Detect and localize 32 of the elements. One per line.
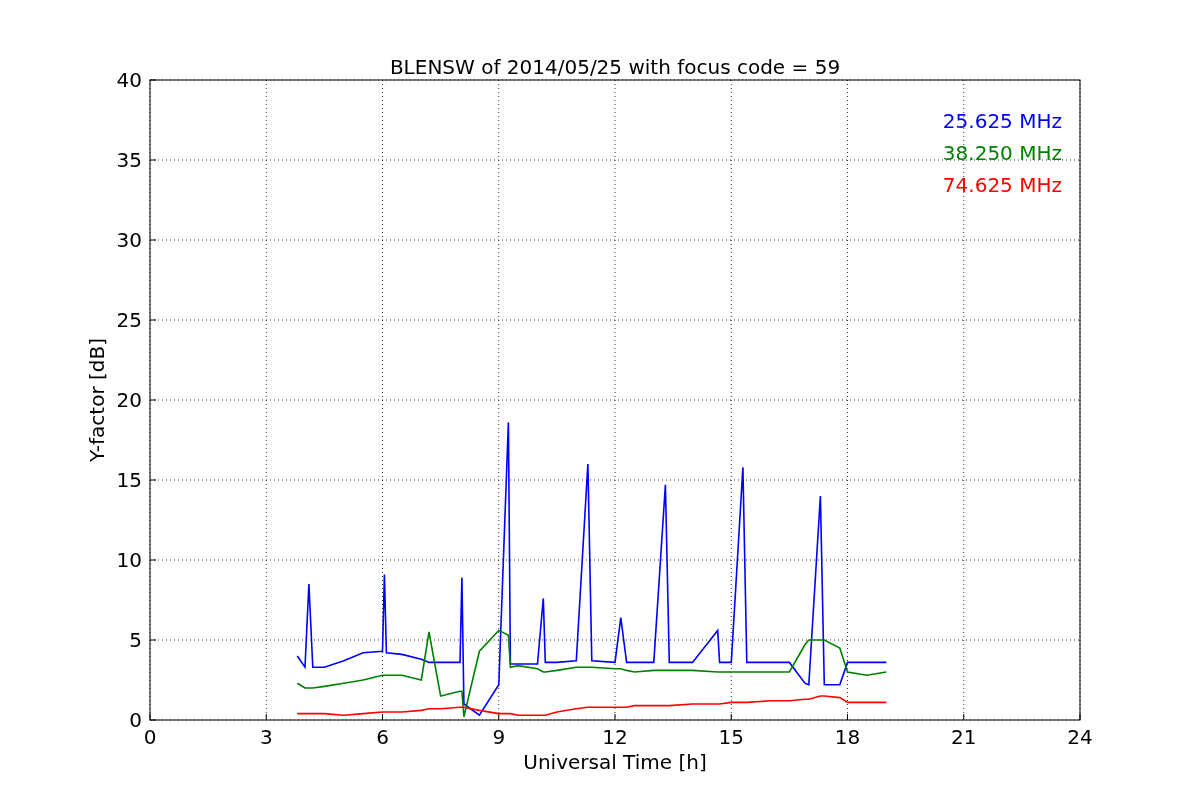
y-tick-label: 0 <box>129 708 142 732</box>
x-tick-label: 3 <box>259 725 273 749</box>
y-tick-label: 40 <box>116 68 142 92</box>
y-tick-mark <box>149 639 157 641</box>
y-tick-mark <box>149 399 157 401</box>
legend-label: 38.250 MHz <box>942 141 1062 165</box>
x-tick-label: 24 <box>1067 725 1093 749</box>
y-axis-label: Y-factor [dB] <box>85 338 109 462</box>
y-tick-label: 25 <box>116 308 142 332</box>
x-tick-label: 21 <box>951 725 977 749</box>
y-tick-mark <box>149 319 157 321</box>
x-tick-label: 0 <box>143 725 157 749</box>
y-tick-label: 5 <box>129 628 142 652</box>
x-tick-mark <box>382 713 383 721</box>
x-tick-label: 9 <box>492 725 506 749</box>
chart-title: BLENSW of 2014/05/25 with focus code = 59 <box>389 55 841 79</box>
y-tick-label: 35 <box>116 148 142 172</box>
x-tick-label: 15 <box>718 725 744 749</box>
legend-label: 25.625 MHz <box>942 109 1062 133</box>
x-axis-label: Universal Time [h] <box>523 750 707 774</box>
x-tick-label: 18 <box>834 725 861 749</box>
y-tick-label: 20 <box>116 388 142 412</box>
x-tick-label: 12 <box>602 725 628 749</box>
y-tick-label: 10 <box>116 548 142 572</box>
x-tick-label: 6 <box>376 725 389 749</box>
y-tick-label: 30 <box>116 228 142 252</box>
y-tick-label: 15 <box>116 468 142 492</box>
y-tick-mark <box>149 239 157 241</box>
y-tick-mark <box>149 559 157 561</box>
legend-label: 74.625 MHz <box>942 173 1062 197</box>
y-tick-mark <box>149 479 157 481</box>
y-tick-mark <box>149 159 157 161</box>
